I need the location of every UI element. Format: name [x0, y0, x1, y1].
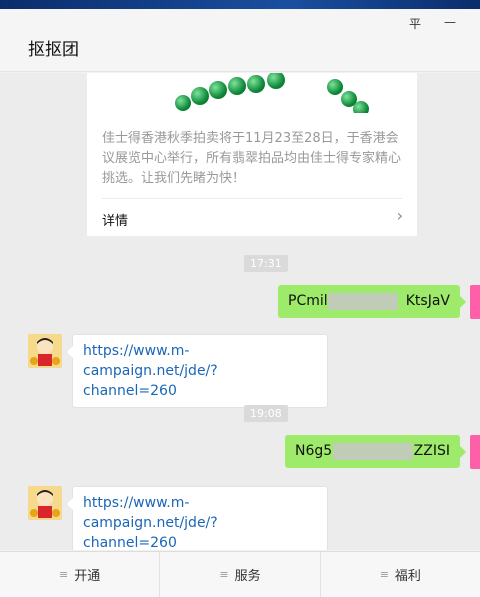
incoming-link-message[interactable]: https://www.m-campaign.net/jde/? channel…: [67, 334, 328, 408]
user-avatar[interactable]: [470, 435, 480, 469]
pin-button[interactable]: 平: [406, 15, 424, 32]
menu-label: 服务: [234, 569, 261, 584]
message-text-start: PCmil: [288, 293, 328, 309]
menu-label: 开通: [74, 569, 101, 584]
menu-button-welfare[interactable]: ≡ 福利: [319, 552, 480, 597]
title-bar: 抠抠团 平 —: [0, 9, 480, 72]
jade-bead-image: [87, 73, 417, 113]
message-list[interactable]: 佳士得香港秋季拍卖将于11月23至28日，于香港会议展览中心举行，所有翡翠拍品均…: [0, 73, 480, 550]
desktop-strip: [0, 0, 480, 9]
incoming-link-message[interactable]: https://www.m-campaign.net/jde/? channel…: [67, 486, 328, 550]
menu-label: 福利: [394, 569, 421, 584]
message-text-end: ZZISI: [413, 443, 450, 459]
article-card[interactable]: 佳士得香港秋季拍卖将于11月23至28日，于香港会议展览中心举行，所有翡翠拍品均…: [87, 73, 417, 236]
timestamp: 19:08: [244, 405, 288, 422]
chat-title: 抠抠团: [28, 40, 79, 60]
outgoing-message[interactable]: PCmil KtsJaV: [278, 285, 466, 318]
menu-lines-icon: ≡: [219, 568, 229, 581]
menu-lines-icon: ≡: [379, 568, 389, 581]
sender-avatar[interactable]: [28, 334, 62, 368]
card-divider: [102, 198, 402, 199]
message-text-end: KtsJaV: [405, 293, 450, 309]
redaction-mask: [328, 293, 398, 310]
sender-avatar[interactable]: [28, 486, 62, 520]
article-description: 佳士得香港秋季拍卖将于11月23至28日，于香港会议展览中心举行，所有翡翠拍品均…: [102, 131, 402, 186]
details-link[interactable]: 详情: [102, 210, 128, 229]
minimize-button[interactable]: —: [441, 15, 459, 29]
link-line-2[interactable]: channel=260: [83, 381, 317, 401]
menu-button-open[interactable]: ≡ 开通: [0, 552, 159, 597]
menu-lines-icon: ≡: [59, 568, 69, 581]
user-avatar[interactable]: [470, 285, 480, 319]
menu-button-service[interactable]: ≡ 服务: [159, 552, 319, 597]
link-line-2[interactable]: channel=260: [83, 533, 317, 550]
chevron-right-icon: ›: [396, 206, 403, 225]
link-line-1[interactable]: https://www.m-campaign.net/jde/?: [83, 493, 317, 533]
chat-window: 抠抠团 平 — 佳士得香港秋季拍卖将于11月23至28日，于香港会议展览中心举行…: [0, 9, 480, 597]
redaction-mask: [333, 443, 413, 460]
message-text-start: N6g5: [295, 443, 333, 459]
link-line-1[interactable]: https://www.m-campaign.net/jde/?: [83, 341, 317, 381]
service-menu-bar: ≡ 开通 ≡ 服务 ≡ 福利: [0, 551, 480, 597]
outgoing-message[interactable]: N6g5 ZZISI: [285, 435, 466, 468]
timestamp: 17:31: [244, 255, 288, 272]
